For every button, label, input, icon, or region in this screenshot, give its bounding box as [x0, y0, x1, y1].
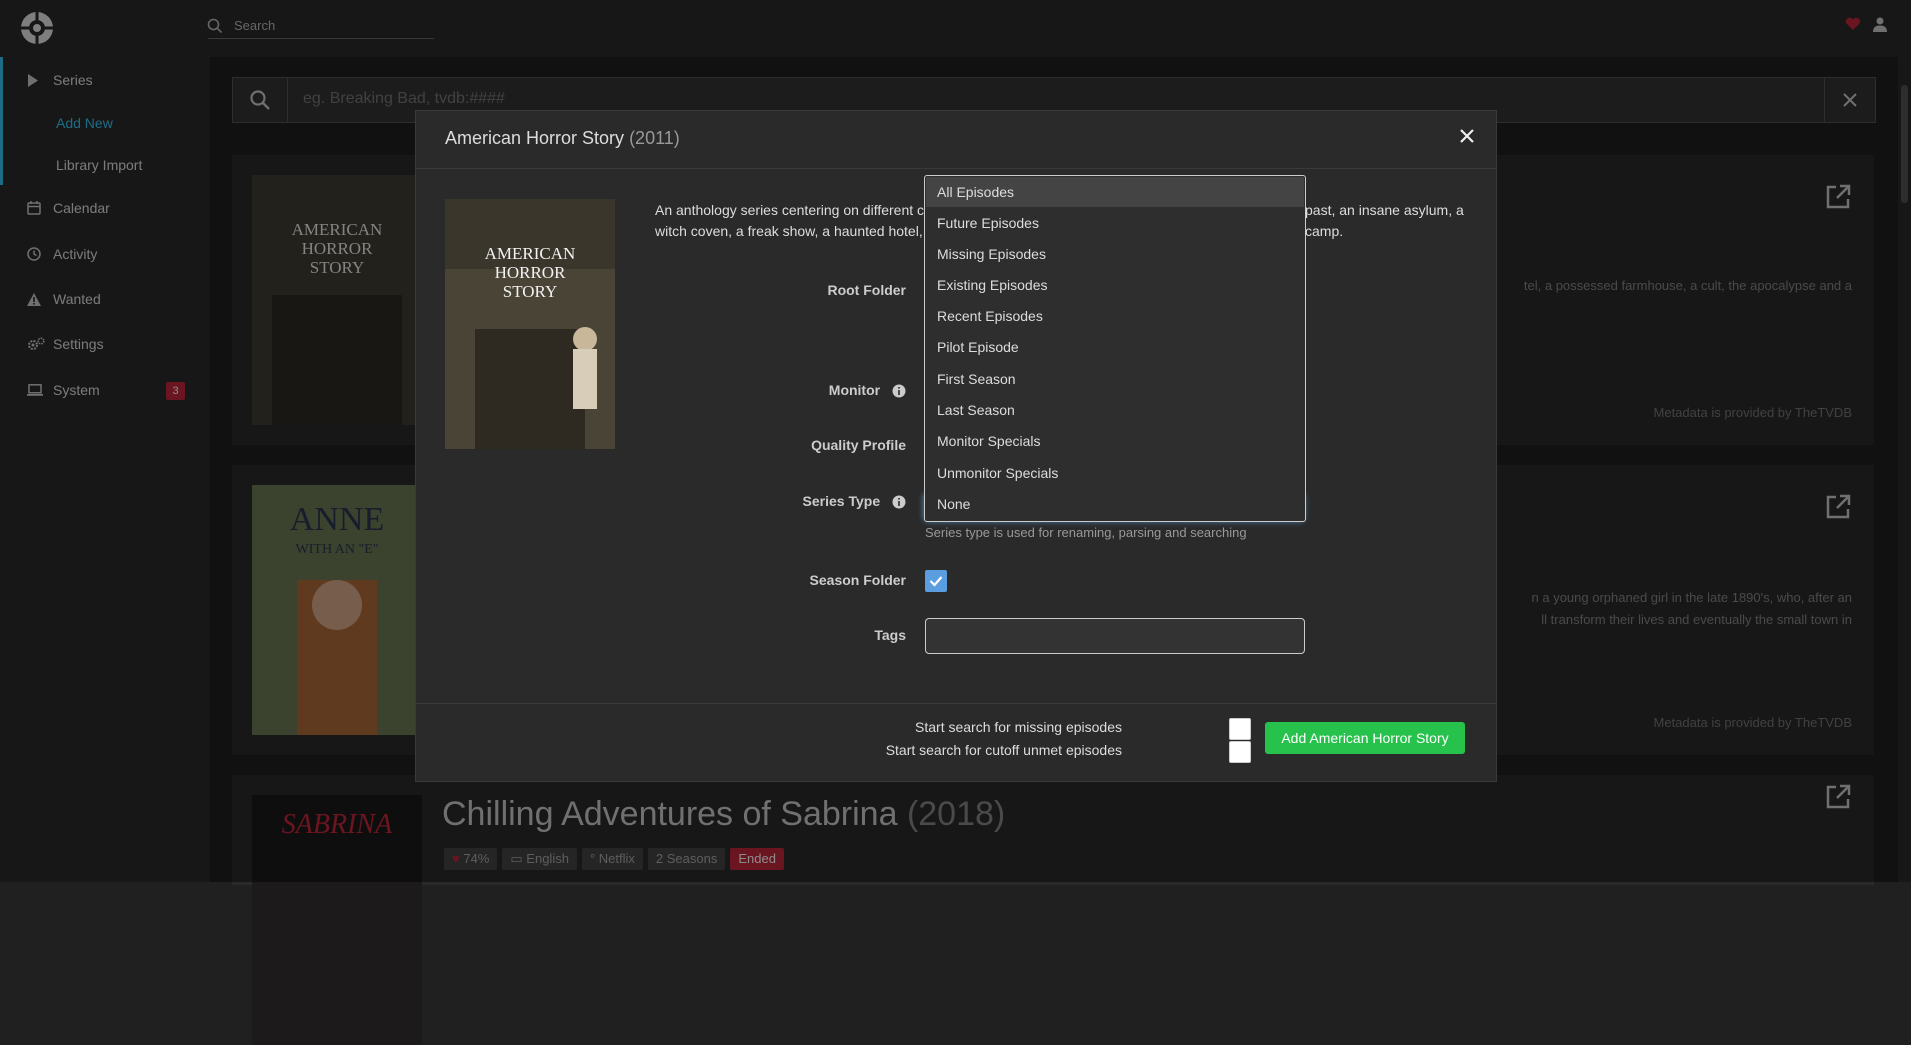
overview-line-2-end: camp. — [1305, 223, 1344, 239]
root-folder-label: Root Folder — [827, 282, 906, 298]
svg-text:HORROR: HORROR — [495, 263, 567, 282]
monitor-option-pilot-episode[interactable]: Pilot Episode — [926, 332, 1304, 362]
modal-footer: Start search for missing episodes Start … — [416, 703, 1496, 782]
series-type-label: Series Type — [706, 493, 906, 509]
modal-title: American Horror Story (2011) — [445, 128, 680, 149]
info-icon[interactable] — [892, 495, 906, 509]
monitor-option-recent-episodes[interactable]: Recent Episodes — [926, 301, 1304, 331]
overview-line-1-end: past, an insane asylum, a — [1305, 202, 1464, 218]
series-type-hint: Series type is used for renaming, parsin… — [925, 525, 1247, 540]
monitor-label: Monitor — [706, 382, 906, 398]
modal-series-title: American Horror Story — [445, 128, 625, 148]
search-cutoff-checkbox[interactable] — [1229, 741, 1251, 763]
season-folder-label: Season Folder — [809, 572, 906, 588]
monitor-option-missing-episodes[interactable]: Missing Episodes — [926, 239, 1304, 269]
modal-header: American Horror Story (2011) — [416, 111, 1496, 169]
monitor-option-existing-episodes[interactable]: Existing Episodes — [926, 270, 1304, 300]
svg-text:AMERICAN: AMERICAN — [485, 244, 576, 263]
tags-input[interactable] — [925, 618, 1305, 654]
monitor-option-last-season[interactable]: Last Season — [926, 395, 1304, 425]
add-series-button[interactable]: Add American Horror Story — [1265, 722, 1465, 754]
search-missing-label: Start search for missing episodes — [915, 719, 1122, 735]
overview-line-1-start: An anthology series centering on differe… — [655, 202, 925, 218]
search-missing-checkbox[interactable] — [1229, 718, 1251, 740]
quality-profile-label: Quality Profile — [811, 437, 906, 453]
svg-text:STORY: STORY — [503, 282, 558, 301]
info-icon[interactable] — [892, 384, 906, 398]
tags-label: Tags — [874, 627, 906, 643]
monitor-option-monitor-specials[interactable]: Monitor Specials — [926, 426, 1304, 456]
monitor-option-none[interactable]: None — [926, 489, 1304, 519]
search-cutoff-label: Start search for cutoff unmet episodes — [885, 742, 1122, 758]
monitor-option-unmonitor-specials[interactable]: Unmonitor Specials — [926, 458, 1304, 488]
checkmark-icon — [929, 576, 943, 587]
close-icon[interactable] — [1460, 129, 1474, 143]
overview-line-2-start: witch coven, a freak show, a haunted hot… — [655, 223, 935, 239]
modal-series-poster: AMERICAN HORROR STORY — [445, 199, 615, 449]
season-folder-checkbox[interactable] — [925, 570, 947, 592]
monitor-option-all-episodes[interactable]: All Episodes — [926, 177, 1304, 207]
modal-series-year: (2011) — [629, 128, 680, 148]
monitor-option-first-season[interactable]: First Season — [926, 364, 1304, 394]
monitor-options-dropdown: All Episodes Future Episodes Missing Epi… — [924, 175, 1306, 522]
monitor-option-future-episodes[interactable]: Future Episodes — [926, 208, 1304, 238]
